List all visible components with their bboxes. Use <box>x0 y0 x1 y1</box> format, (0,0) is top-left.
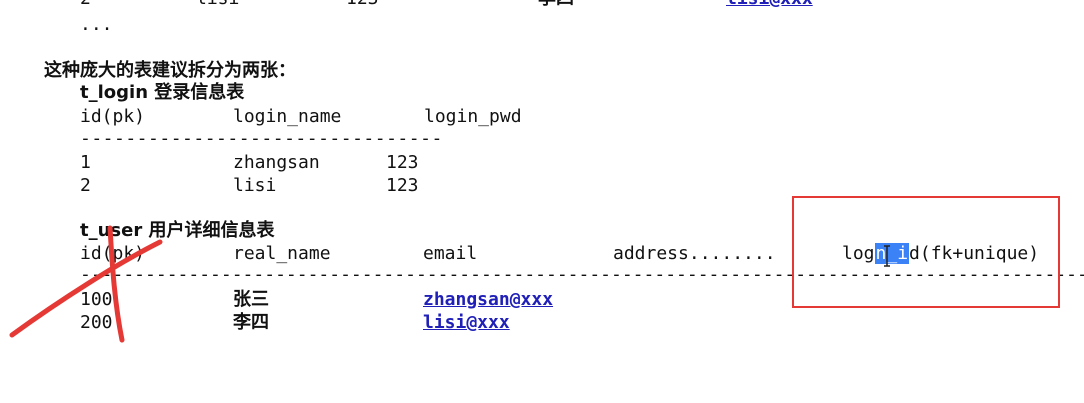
login-row-2-pwd: 123 <box>386 175 419 196</box>
login-row-1-name: zhangsan <box>233 152 320 173</box>
text-cursor-icon <box>884 245 890 267</box>
user-row-1-id: 100 <box>80 289 113 310</box>
login-header-id: id(pk) <box>80 106 146 127</box>
user-header-address: address........ <box>613 243 776 264</box>
ellipsis: ... <box>80 14 113 35</box>
login-table-title: t_login 登录信息表 <box>80 82 245 103</box>
user-header-id: id(pk) <box>80 243 146 264</box>
login-header-pwd: login_pwd <box>424 106 522 127</box>
login-row-1-id: 1 <box>80 152 91 173</box>
prev-row-real-name: 李四 <box>538 0 574 10</box>
prev-row-email-link[interactable]: lisi@xxx <box>726 0 813 10</box>
login-row-1-pwd: 123 <box>386 152 419 173</box>
user-header-real-name: real_name <box>233 243 331 264</box>
annotation-rectangle <box>792 196 1060 308</box>
prev-row-login-name: lisi <box>196 0 239 10</box>
user-row-1-email-link[interactable]: zhangsan@xxx <box>423 289 553 311</box>
user-table-title: t_user 用户详细信息表 <box>80 220 275 241</box>
login-table-separator: -------------------------------- <box>80 128 443 149</box>
login-header-name: login_name <box>233 106 342 127</box>
user-row-2-email-link[interactable]: lisi@xxx <box>423 312 510 334</box>
document-page: 2 lisi 123 李四 lisi@xxx ... 这种庞大的表建议拆分为两张… <box>0 0 1084 403</box>
user-row-2-id: 200 <box>80 312 113 333</box>
prev-row-pwd: 123 <box>346 0 379 10</box>
login-row-2-name: lisi <box>233 175 277 196</box>
user-header-email: email <box>423 243 478 264</box>
prev-row-id: 2 <box>80 0 91 10</box>
login-row-2-id: 2 <box>80 175 91 196</box>
user-row-1-real-name: 张三 <box>233 289 269 310</box>
section-heading: 这种庞大的表建议拆分为两张： <box>44 60 296 81</box>
user-row-2-real-name: 李四 <box>233 312 269 333</box>
